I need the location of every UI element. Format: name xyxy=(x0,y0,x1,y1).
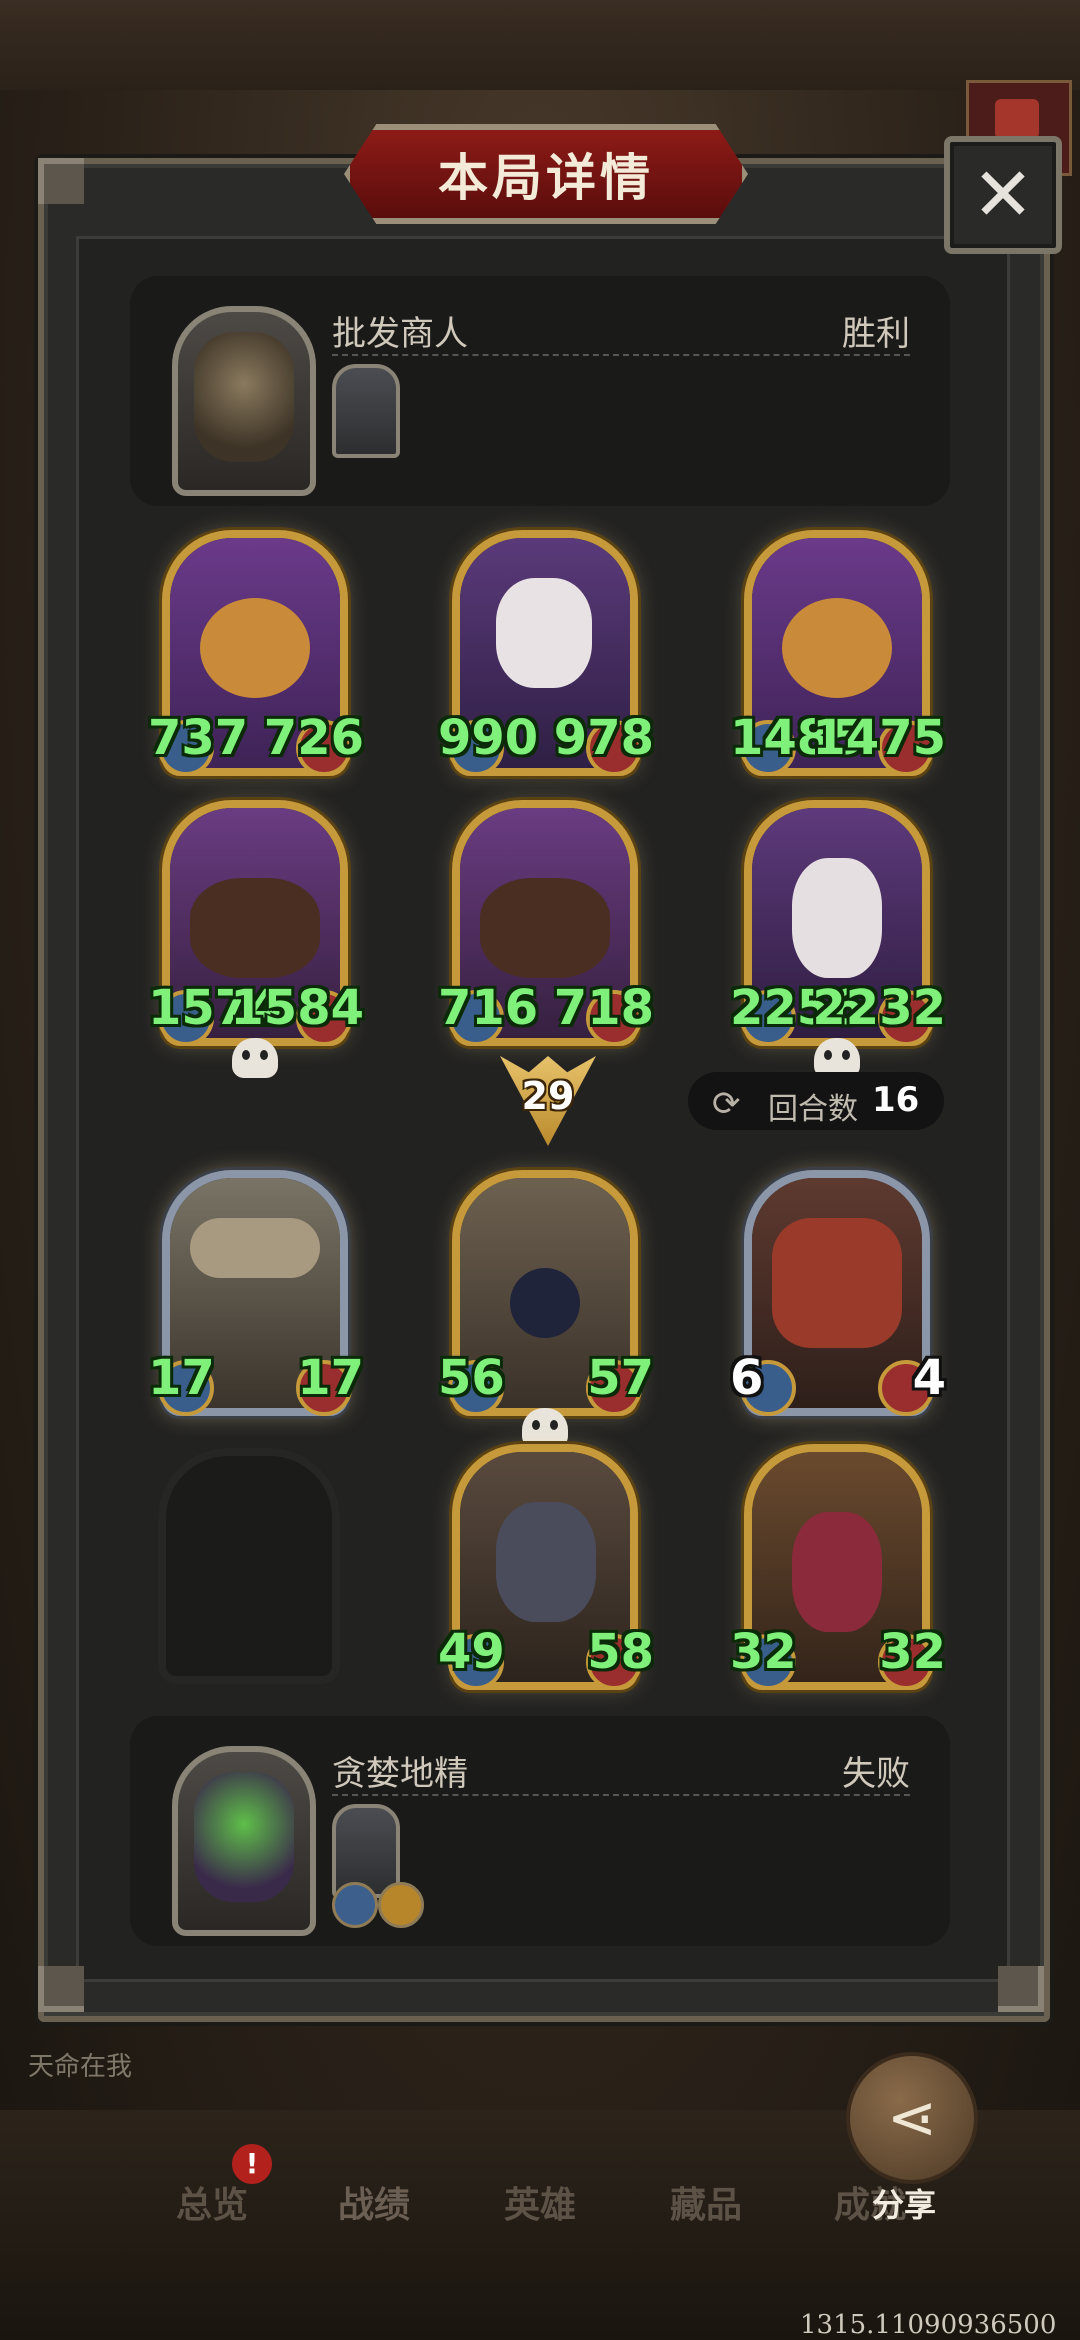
health-value: 726 xyxy=(263,710,364,766)
player-name: 贪婪地精 xyxy=(332,1754,468,1794)
cat-hero-icon xyxy=(194,332,294,462)
nav-record[interactable]: 战绩 xyxy=(338,2176,410,2228)
nav-heroes[interactable]: 英雄 xyxy=(504,2176,576,2228)
crown-badge-icon[interactable] xyxy=(378,1882,424,1928)
nav-overview[interactable]: 总览 xyxy=(176,2176,248,2228)
health-value: 1475 xyxy=(812,710,946,766)
divider xyxy=(332,354,910,356)
opponent-minion-card[interactable]: 1485 1475 xyxy=(730,530,946,776)
health-value: 1584 xyxy=(230,980,364,1036)
player-minion-card[interactable]: 6 4 xyxy=(730,1170,946,1416)
rounds-counter: ⟳ 回合数 16 xyxy=(688,1072,944,1130)
dialog-title-plate: 本局详情 xyxy=(344,124,748,224)
attack-value: 990 xyxy=(438,710,539,766)
opponent-name: 批发商人 xyxy=(332,314,468,354)
health-value: 32 xyxy=(879,1624,946,1680)
health-value: 978 xyxy=(553,710,654,766)
frame-corner xyxy=(998,1966,1044,2012)
health-value: 718 xyxy=(553,980,654,1036)
opponent-minion-card[interactable]: 737 726 xyxy=(148,530,364,776)
frame-corner xyxy=(38,1966,84,2012)
opponent-panel: 批发商人 胜利 xyxy=(130,276,950,506)
refresh-icon: ⟳ xyxy=(712,1084,741,1124)
nav-collection[interactable]: 藏品 xyxy=(670,2176,742,2228)
attack-value: 737 xyxy=(148,710,249,766)
close-icon: ✕ xyxy=(971,152,1034,238)
health-value: 2232 xyxy=(812,980,946,1036)
skull-icon xyxy=(522,1408,568,1448)
attack-value: 6 xyxy=(730,1350,764,1406)
health-value: 4 xyxy=(912,1350,946,1406)
player-hero-portrait[interactable] xyxy=(172,1746,316,1936)
attack-value: 49 xyxy=(438,1624,505,1680)
attack-value: 716 xyxy=(438,980,539,1036)
player-minion-card[interactable]: 32 32 xyxy=(730,1444,946,1690)
divider xyxy=(332,1794,910,1796)
opponent-minion-card[interactable]: 2256 2232 xyxy=(730,800,946,1078)
opponent-minion-card[interactable]: 716 718 xyxy=(438,800,654,1046)
share-icon: ⋖ xyxy=(886,2083,938,2153)
rounds-value: 16 xyxy=(872,1080,920,1120)
skull-icon xyxy=(232,1038,278,1078)
attack-value: 17 xyxy=(148,1350,215,1406)
banner-emblem-icon xyxy=(995,99,1039,139)
health-value: 58 xyxy=(587,1624,654,1680)
frame-corner xyxy=(38,158,84,204)
player-result: 失败 xyxy=(842,1754,910,1794)
opponent-minion-card[interactable]: 990 978 xyxy=(438,530,654,776)
health-value: 17 xyxy=(297,1350,364,1406)
share-label: 分享 xyxy=(872,2186,937,2224)
opponent-minion-card[interactable]: 1574 1584 xyxy=(148,800,364,1078)
opponent-item-card[interactable] xyxy=(332,364,400,458)
health-value: 57 xyxy=(587,1350,654,1406)
player-minion-card[interactable]: 49 58 xyxy=(438,1444,654,1690)
rounds-label: 回合数 xyxy=(768,1092,858,1127)
opponent-hero-portrait[interactable] xyxy=(172,306,316,496)
player-panel: 贪婪地精 失败 xyxy=(130,1716,950,1946)
close-button[interactable]: ✕ xyxy=(944,136,1062,254)
player-minion-card[interactable]: 17 17 xyxy=(148,1170,364,1416)
notification-badge: ! xyxy=(232,2144,272,2184)
opponent-result: 胜利 xyxy=(842,314,910,354)
footer-id: 1315.110909365​00 xyxy=(800,2310,1057,2340)
damage-value: 29 xyxy=(521,1074,575,1118)
goblin-hero-icon xyxy=(194,1772,294,1902)
share-button[interactable]: ⋖ xyxy=(846,2052,978,2184)
top-bar xyxy=(0,0,1080,90)
player-minion-card[interactable]: 56 57 xyxy=(438,1170,654,1448)
attack-value: 56 xyxy=(438,1350,505,1406)
chat-ticker: 天命在我 xyxy=(28,2052,133,2082)
empty-card-slot xyxy=(158,1448,340,1684)
attack-value: 32 xyxy=(730,1624,797,1680)
sword-badge-icon[interactable] xyxy=(332,1882,378,1928)
dialog-title: 本局详情 xyxy=(438,149,654,207)
